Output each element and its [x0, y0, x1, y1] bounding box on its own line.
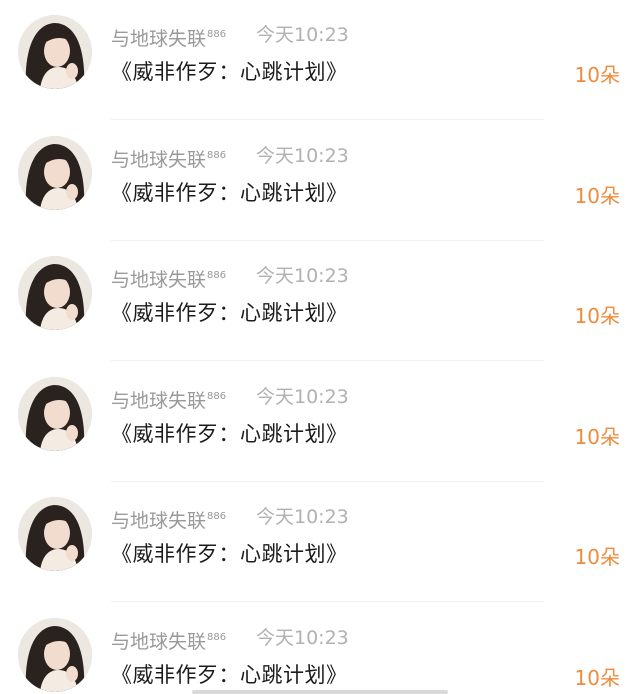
- avatar[interactable]: [18, 497, 92, 571]
- avatar-photo-icon: [18, 497, 92, 571]
- user-level-badge: 886: [207, 270, 227, 281]
- timestamp: 今天10:23: [256, 24, 349, 46]
- list-item[interactable]: 与地球失联886 今天10:23 《威非作歹：心跳计划》 10朵: [0, 362, 640, 482]
- avatar-photo-icon: [18, 618, 92, 692]
- list-item[interactable]: 与地球失联886 今天10:23 《威非作歹：心跳计划》 10朵: [0, 121, 640, 241]
- sender-name: 与地球失联886: [111, 28, 227, 50]
- avatar[interactable]: [18, 377, 92, 451]
- timestamp: 今天10:23: [256, 386, 349, 408]
- list-item[interactable]: 与地球失联886 今天10:23 《威非作歹：心跳计划》 10朵: [0, 241, 640, 361]
- gift-amount: 10朵: [574, 545, 620, 569]
- user-level-badge: 886: [207, 29, 227, 40]
- list-item[interactable]: 与地球失联886 今天10:23 《威非作歹：心跳计划》 10朵: [0, 603, 640, 694]
- timestamp: 今天10:23: [256, 506, 349, 528]
- gift-target-title: 《威非作歹：心跳计划》: [111, 542, 348, 566]
- gift-amount: 10朵: [574, 666, 620, 690]
- gift-amount: 10朵: [574, 184, 620, 208]
- user-level-badge: 886: [207, 391, 227, 402]
- divider: [111, 601, 544, 602]
- user-level-badge: 886: [207, 511, 227, 522]
- sender-name: 与地球失联886: [111, 390, 227, 412]
- divider: [111, 360, 544, 361]
- avatar[interactable]: [18, 15, 92, 89]
- avatar-photo-icon: [18, 136, 92, 210]
- list-item[interactable]: 与地球失联886 今天10:23 《威非作歹：心跳计划》 10朵: [0, 482, 640, 602]
- avatar[interactable]: [18, 256, 92, 330]
- sender-name: 与地球失联886: [111, 269, 227, 291]
- timestamp: 今天10:23: [256, 145, 349, 167]
- gift-target-title: 《威非作歹：心跳计划》: [111, 422, 348, 446]
- divider: [111, 119, 544, 120]
- gift-target-title: 《威非作歹：心跳计划》: [111, 663, 348, 687]
- avatar[interactable]: [18, 136, 92, 210]
- list-item[interactable]: 与地球失联886 今天10:23 《威非作歹：心跳计划》 10朵: [0, 0, 640, 120]
- sender-name: 与地球失联886: [111, 510, 227, 532]
- gift-record-list: 与地球失联886 今天10:23 《威非作歹：心跳计划》 10朵 与地球失联88…: [0, 0, 640, 694]
- avatar-photo-icon: [18, 256, 92, 330]
- sender-name: 与地球失联886: [111, 631, 227, 653]
- user-level-badge: 886: [207, 632, 227, 643]
- user-level-badge: 886: [207, 150, 227, 161]
- avatar[interactable]: [18, 618, 92, 692]
- gift-amount: 10朵: [574, 425, 620, 449]
- sender-name: 与地球失联886: [111, 149, 227, 171]
- gift-amount: 10朵: [574, 63, 620, 87]
- avatar-photo-icon: [18, 377, 92, 451]
- gift-target-title: 《威非作歹：心跳计划》: [111, 60, 348, 84]
- gift-target-title: 《威非作歹：心跳计划》: [111, 181, 348, 205]
- gift-target-title: 《威非作歹：心跳计划》: [111, 301, 348, 325]
- avatar-photo-icon: [18, 15, 92, 89]
- home-indicator[interactable]: [192, 690, 448, 694]
- timestamp: 今天10:23: [256, 627, 349, 649]
- gift-amount: 10朵: [574, 304, 620, 328]
- timestamp: 今天10:23: [256, 265, 349, 287]
